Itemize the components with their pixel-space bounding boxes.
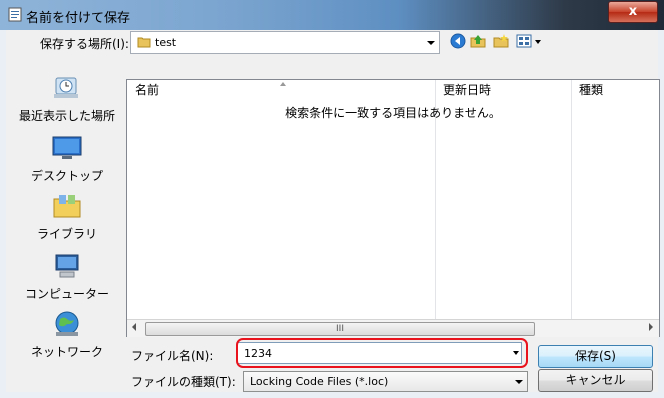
- place-label-desktop: デスクトップ: [30, 169, 103, 183]
- window-title: 名前を付けて保存: [26, 11, 131, 26]
- filetype-dropdown[interactable]: Locking Code Files (*.loc): [243, 371, 528, 392]
- scroll-grip: III: [336, 324, 344, 334]
- chevron-down-icon[interactable]: [427, 41, 435, 45]
- horizontal-scrollbar[interactable]: III: [127, 319, 659, 337]
- file-list[interactable]: 名前 更新日時 種類 検索条件に一致する項目はありません。 III: [126, 79, 660, 337]
- place-label-libraries: ライブラリ: [36, 227, 97, 241]
- dialog-icon: [8, 7, 22, 22]
- empty-message: 検索条件に一致する項目はありません。: [285, 106, 501, 120]
- view-menu-icon[interactable]: [516, 33, 532, 49]
- column-header-type[interactable]: 種類: [579, 80, 603, 100]
- save-button[interactable]: 保存(S): [538, 345, 653, 368]
- column-header-modified[interactable]: 更新日時: [443, 80, 491, 100]
- place-label-network: ネットワーク: [30, 345, 103, 359]
- chevron-down-icon[interactable]: [515, 380, 523, 384]
- place-libraries[interactable]: ライブラリ: [12, 192, 122, 242]
- place-desktop[interactable]: デスクトップ: [12, 134, 122, 184]
- highlight-outline: [236, 338, 528, 368]
- scroll-left-icon[interactable]: [132, 323, 136, 331]
- place-label-recent: 最近表示した場所: [18, 109, 115, 123]
- folder-icon: [137, 37, 151, 48]
- place-label-computer: コンピューター: [24, 287, 109, 301]
- scroll-thumb[interactable]: III: [145, 322, 535, 336]
- filetype-label: ファイルの種類(T):: [131, 375, 236, 389]
- up-folder-icon[interactable]: [470, 33, 486, 49]
- new-folder-icon[interactable]: [493, 33, 509, 49]
- computer-icon: [55, 254, 79, 278]
- place-recent[interactable]: 最近表示した場所: [12, 74, 122, 124]
- places-bar: 最近表示した場所 デスクトップ ライブラリ コンピューター ネットワーク: [12, 52, 122, 374]
- filetype-value: Locking Code Files (*.loc): [250, 375, 389, 388]
- location-label: 保存する場所(I):: [40, 37, 129, 51]
- place-network[interactable]: ネットワーク: [12, 310, 122, 360]
- title-bar[interactable]: 名前を付けて保存 x: [0, 0, 664, 30]
- desktop-icon: [52, 136, 82, 159]
- column-header-name[interactable]: 名前: [135, 80, 159, 100]
- network-icon: [55, 311, 79, 336]
- cancel-button[interactable]: キャンセル: [538, 369, 653, 392]
- filename-label: ファイル名(N):: [131, 349, 214, 363]
- location-dropdown[interactable]: test: [130, 31, 440, 54]
- location-value: test: [155, 36, 177, 49]
- close-button[interactable]: x: [608, 1, 658, 23]
- sort-up-icon: [280, 82, 286, 86]
- place-computer[interactable]: コンピューター: [12, 252, 122, 302]
- save-as-dialog: 名前を付けて保存 x 保存する場所(I): test 最近表示した場所 デスクト…: [0, 0, 664, 398]
- recent-places-icon: [54, 77, 78, 98]
- close-icon: x: [628, 4, 638, 19]
- back-icon[interactable]: [450, 33, 466, 49]
- view-dropdown-arrow[interactable]: [535, 40, 541, 44]
- scroll-right-icon[interactable]: [649, 323, 653, 331]
- libraries-icon: [53, 195, 81, 218]
